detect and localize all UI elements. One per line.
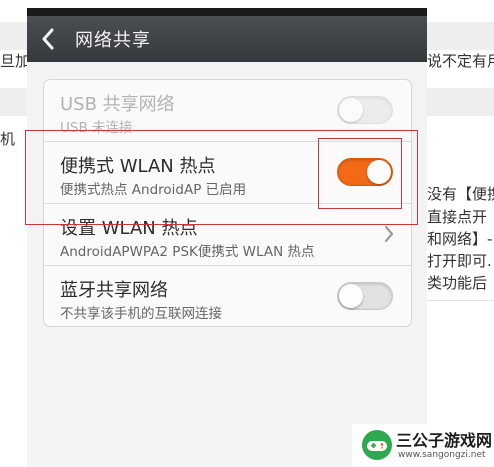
bluetooth-tethering-toggle[interactable]	[337, 282, 393, 310]
background-text: 打开即可.	[427, 252, 492, 270]
row-subtitle: USB 未连接	[60, 120, 133, 136]
row-title: 蓝牙共享网络	[60, 280, 168, 301]
toggle-knob	[339, 98, 363, 122]
chevron-left-icon[interactable]	[41, 16, 75, 62]
wlan-hotspot-settings-row[interactable]: 设置 WLAN 热点 AndroidAPWPA2 PSK便携式 WLAN 热点	[44, 204, 411, 265]
usb-tethering-toggle[interactable]	[337, 96, 393, 124]
background-text: 直接点开	[427, 208, 488, 226]
gamepad-logo-icon	[362, 430, 392, 460]
row-subtitle: AndroidAPWPA2 PSK便携式 WLAN 热点	[60, 244, 315, 260]
chevron-right-icon	[384, 225, 394, 243]
row-title: 设置 WLAN 热点	[60, 218, 198, 239]
row-subtitle: 便携式热点 AndroidAP 已启用	[60, 182, 247, 198]
page-title: 网络共享	[75, 30, 151, 51]
background-text: 和网络】-	[427, 230, 493, 248]
usb-tethering-row: USB 共享网络 USB 未连接	[44, 80, 411, 141]
row-title: 便携式 WLAN 热点	[60, 156, 216, 177]
row-title: USB 共享网络	[60, 94, 175, 115]
background-divider	[427, 300, 494, 301]
watermark-name: 三公子游戏网	[396, 431, 493, 450]
watermark: 三公子游戏网 www.sangongzi.net	[352, 424, 494, 467]
phone-screen: 网络共享 USB 共享网络 USB 未连接 便携式 WLAN 热点 便携式热点 …	[27, 8, 427, 467]
settings-list: USB 共享网络 USB 未连接 便携式 WLAN 热点 便携式热点 Andro…	[43, 79, 412, 327]
background-text: 旦加	[0, 52, 31, 70]
toggle-knob	[339, 284, 363, 308]
app-header: 网络共享	[27, 16, 427, 62]
bluetooth-tethering-row: 蓝牙共享网络 不共享该手机的互联网连接	[44, 266, 411, 326]
status-bar	[27, 8, 427, 16]
background-text: 机	[0, 130, 16, 148]
wlan-hotspot-toggle[interactable]	[337, 158, 393, 186]
row-subtitle: 不共享该手机的互联网连接	[60, 306, 222, 322]
background-text: 没有【便携	[427, 185, 494, 203]
background-text: 类功能后	[427, 274, 488, 292]
toggle-knob	[367, 160, 391, 184]
wlan-hotspot-row[interactable]: 便携式 WLAN 热点 便携式热点 AndroidAP 已启用	[44, 142, 411, 203]
watermark-url: www.sangongzi.net	[398, 450, 486, 460]
background-text: 说不定有用	[427, 52, 494, 70]
